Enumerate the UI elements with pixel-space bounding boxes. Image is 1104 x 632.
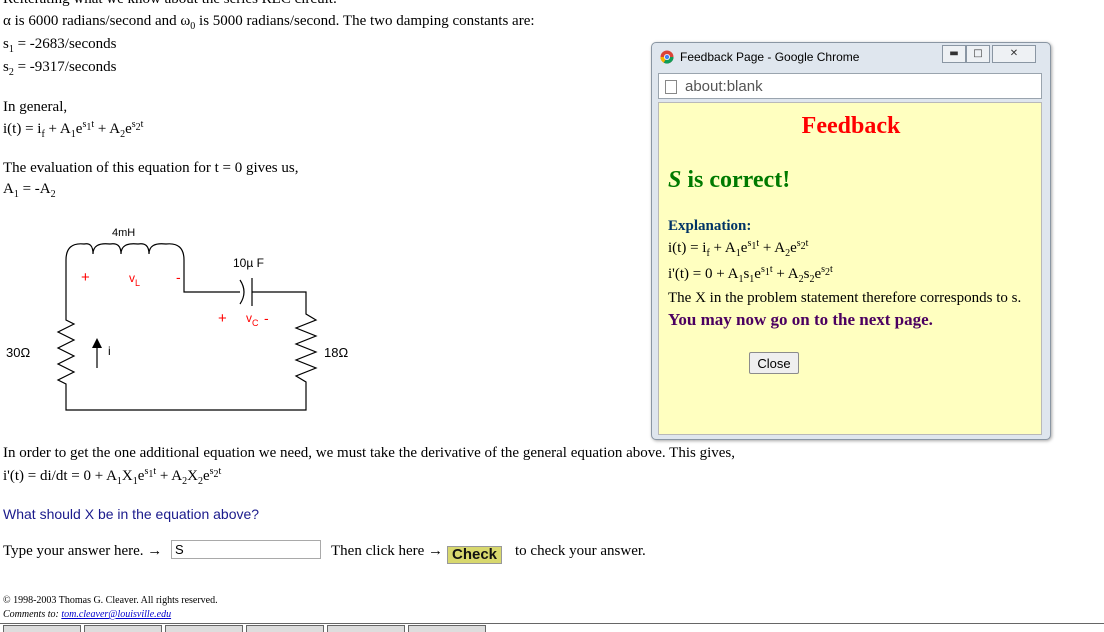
rlc-circuit-diagram: 4mH 10µ F + vL - + vC - 30Ω 18Ω i xyxy=(6,227,348,411)
vc-plus: + xyxy=(218,310,227,327)
s2-line: s2 = -9317/seconds xyxy=(3,59,117,78)
type-answer-label: Type your answer here. → xyxy=(3,543,163,559)
explanation-eq1: i(t) = if + A1es1t + A2es2t xyxy=(668,238,809,259)
copyright-text: © 1998-2003 Thomas G. Cleaver. All right… xyxy=(3,595,218,606)
comments-line: Comments to: tom.cleaver@louisville.edu xyxy=(3,609,172,620)
alpha-line: α is 6000 radians/second and ω0 is 5000 … xyxy=(3,13,535,32)
nav-tab[interactable] xyxy=(84,625,162,632)
question-text: What should X be in the equation above? xyxy=(3,506,260,522)
resistor-right-label: 18Ω xyxy=(324,345,348,360)
explanation-label: Explanation: xyxy=(668,218,752,234)
general-equation: i(t) = if + A1es1t + A2es2t xyxy=(3,119,144,140)
close-window-button[interactable]: ✕ xyxy=(992,45,1036,63)
current-arrow-head xyxy=(92,338,102,348)
close-button[interactable]: Close xyxy=(749,352,799,374)
top-cut-text: Reiterating what we know about the serie… xyxy=(3,0,337,8)
x-corresponds-text: The X in the problem statement therefore… xyxy=(668,290,1022,306)
explanation-eq2: i'(t) = 0 + A1s1es1t + A2s2es2t xyxy=(668,264,833,285)
capacitor-label: 10µ F xyxy=(233,256,264,270)
minimize-button[interactable]: ▬ xyxy=(942,45,966,63)
page-icon xyxy=(665,80,677,94)
answer-input[interactable] xyxy=(171,540,321,559)
inductor-label: 4mH xyxy=(112,227,135,239)
comments-email-link[interactable]: tom.cleaver@louisville.edu xyxy=(61,609,171,620)
vl-minus: - xyxy=(176,269,181,285)
vc-label: vC xyxy=(246,311,259,328)
vl-plus: + xyxy=(81,269,90,286)
wire-cap-right xyxy=(252,291,307,300)
current-label: i xyxy=(108,344,111,358)
vc-minus: - xyxy=(264,310,269,326)
inductor-symbol xyxy=(65,243,240,293)
derivative-text: In order to get the one additional equat… xyxy=(3,445,735,461)
in-general-text: In general, xyxy=(3,99,68,115)
a-relation: A1 = -A2 xyxy=(3,181,56,200)
feedback-popup-window: Feedback Page - Google Chrome ▬ □ ✕ abou… xyxy=(651,42,1051,440)
resistor-left xyxy=(56,304,307,411)
to-check-label: to check your answer. xyxy=(515,543,646,559)
capacitor-plate-left xyxy=(239,279,245,305)
nav-tab[interactable] xyxy=(327,625,405,632)
evaluation-text: The evaluation of this equation for t = … xyxy=(3,160,299,176)
address-text: about:blank xyxy=(685,78,763,95)
correct-message: S is correct! xyxy=(668,167,791,193)
resistor-left-label: 30Ω xyxy=(6,345,30,360)
nav-tab[interactable] xyxy=(246,625,324,632)
s1-line: s1 = -2683/seconds xyxy=(3,36,117,55)
vl-label: vL xyxy=(129,271,140,288)
address-bar[interactable]: about:blank xyxy=(658,73,1042,99)
derivative-equation: i'(t) = di/dt = 0 + A1X1es1t + A2X2es2t xyxy=(3,466,222,487)
chrome-icon xyxy=(660,50,674,64)
popup-window-title: Feedback Page - Google Chrome xyxy=(680,50,860,64)
maximize-button[interactable]: □ xyxy=(966,45,990,63)
check-button[interactable]: Check xyxy=(447,546,503,564)
next-page-message: You may now go on to the next page. xyxy=(668,310,933,329)
nav-tab[interactable] xyxy=(165,625,243,632)
feedback-heading: Feedback xyxy=(801,113,901,139)
nav-tab[interactable] xyxy=(408,625,486,632)
resistor-right xyxy=(294,300,318,392)
popup-content: Feedback S is correct! Explanation: i(t)… xyxy=(658,102,1042,435)
then-click-label: Then click here → xyxy=(331,543,444,559)
nav-tab[interactable] xyxy=(3,625,81,632)
